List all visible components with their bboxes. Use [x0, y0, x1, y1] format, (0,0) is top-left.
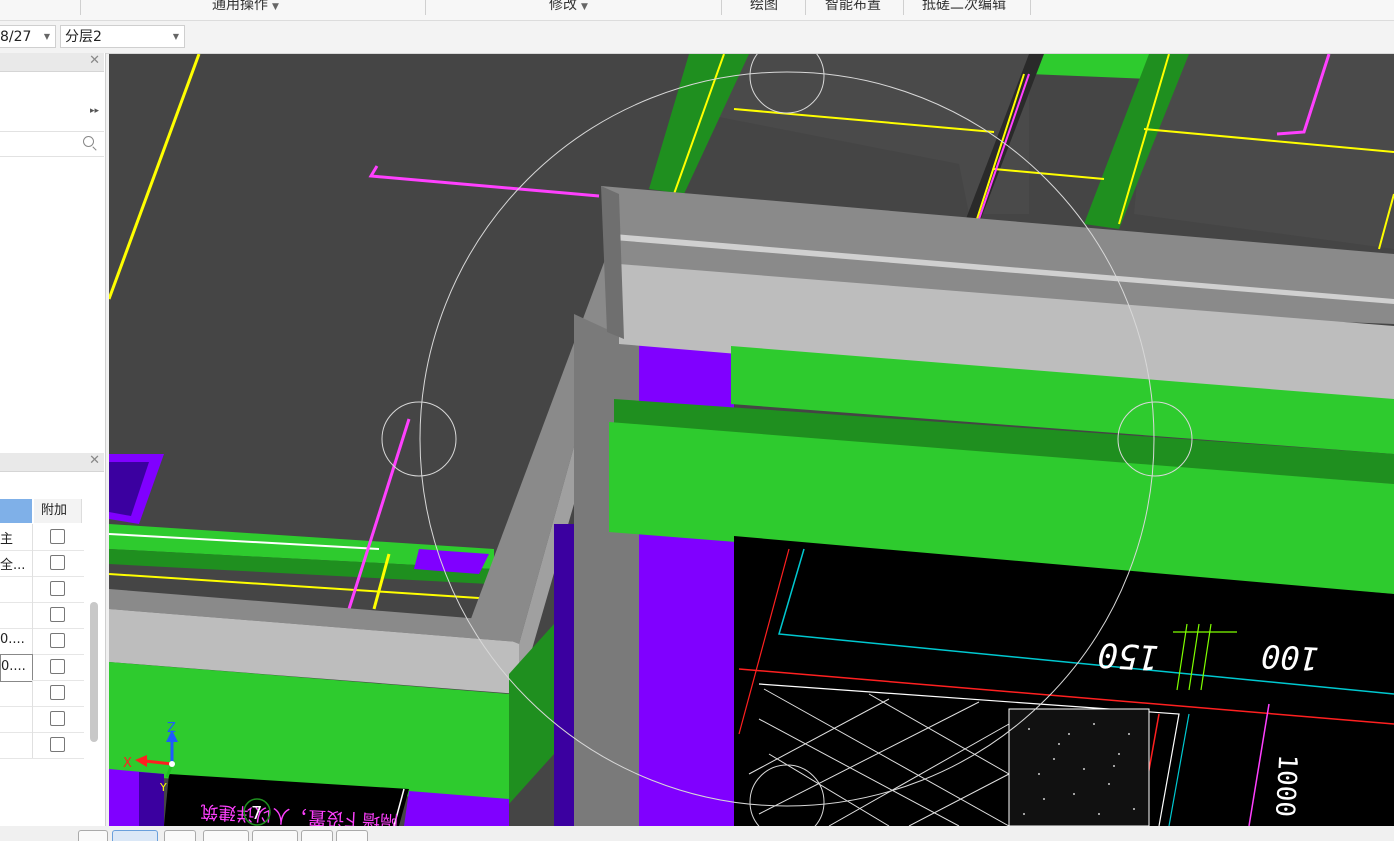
row-value: 0.... [0, 632, 25, 647]
left-panel: ✕ ▸▸ ✕ 附加 主 全... 0.... 0.... [0, 53, 106, 836]
ribbon-separator [425, 0, 426, 15]
dimension-text-150: 150 [1097, 634, 1160, 677]
cad-mark-text: 7 [251, 803, 262, 824]
extra-checkbox[interactable] [50, 659, 65, 674]
ribbon-group-modify[interactable]: 修改 ▼ [549, 0, 588, 14]
cell-divider [32, 628, 33, 654]
extra-checkbox[interactable] [50, 737, 65, 752]
column-header-extra[interactable]: 附加 [34, 499, 82, 523]
ribbon-group-label: 通用操作 [212, 0, 268, 13]
table-row[interactable] [0, 732, 84, 759]
extra-checkbox[interactable] [50, 633, 65, 648]
chevron-down-icon: ▼ [581, 2, 588, 12]
cell-divider [32, 732, 33, 758]
cell-divider [32, 706, 33, 732]
table-scrollbar[interactable] [90, 602, 98, 742]
panel-toolbar: ▸▸ [0, 97, 104, 132]
cell-divider [32, 524, 33, 550]
extra-checkbox[interactable] [50, 581, 65, 596]
layer-select[interactable]: 分层2 ▼ [60, 25, 185, 48]
table-row[interactable]: 全... [0, 550, 84, 577]
search-icon[interactable] [83, 136, 94, 147]
table-row-cell[interactable] [33, 654, 84, 681]
close-icon[interactable]: ✕ [89, 53, 100, 68]
column-gray [574, 314, 639, 826]
table-row[interactable] [0, 602, 84, 629]
axis-label-y: Y [159, 781, 167, 794]
bottom-toolbar [0, 826, 1394, 841]
ribbon-separator [721, 0, 722, 15]
table-row[interactable] [0, 680, 84, 707]
extra-checkbox[interactable] [50, 607, 65, 622]
ribbon: 通用操作 ▼ 修改 ▼ 绘图 智能布置 抵磋二次编辑 [0, 0, 1394, 21]
ribbon-separator [1030, 0, 1031, 15]
floor-select[interactable]: 8/27 ▼ [0, 25, 56, 48]
cell-divider [32, 680, 33, 706]
selector-bar: 8/27 ▼ 分层2 ▼ [0, 21, 1394, 54]
layer-select-value: 分层2 [65, 29, 102, 45]
dimension-text-100: 100 [1260, 637, 1320, 678]
table-row[interactable] [0, 576, 84, 603]
ribbon-group-label: 绘图 [750, 0, 778, 13]
column-purple-shadow [554, 524, 574, 826]
ribbon-group-secondary-edit[interactable]: 抵磋二次编辑 [922, 0, 1006, 14]
3d-scene[interactable]: 150 100 1000 隔墙下设置，人以详建筑 7 Z X Y [109, 54, 1394, 826]
extra-checkbox[interactable] [50, 711, 65, 726]
ribbon-group-label: 修改 [549, 0, 577, 13]
axis-label-x: X [123, 756, 132, 771]
ribbon-group-label: 智能布置 [825, 0, 881, 13]
extra-checkbox[interactable] [50, 555, 65, 570]
table-row[interactable] [0, 706, 84, 733]
ribbon-separator [903, 0, 904, 15]
chevron-down-icon: ▼ [172, 32, 179, 41]
panel-header-properties: ✕ [0, 453, 104, 472]
ribbon-group-draw[interactable]: 绘图 [750, 0, 778, 14]
dimension-text-1000: 1000 [1269, 754, 1302, 818]
ribbon-separator [805, 0, 806, 15]
row-value: 0.... [1, 659, 26, 674]
panel-search-row[interactable] [0, 132, 104, 157]
axis-label-z: Z [167, 721, 176, 736]
cell-divider [32, 602, 33, 628]
table-row[interactable]: 0.... [0, 628, 84, 655]
cell-divider [32, 550, 33, 576]
row-value: 全... [0, 558, 26, 573]
chevron-down-icon: ▼ [272, 2, 279, 12]
extra-checkbox[interactable] [50, 685, 65, 700]
ribbon-group-general-operations[interactable]: 通用操作 ▼ [212, 0, 279, 14]
row-value: 主 [0, 532, 14, 547]
cad-dotted-region [1008, 708, 1150, 826]
ribbon-separator [80, 0, 81, 15]
floor-select-value: 8/27 [0, 29, 32, 45]
ribbon-group-smart-layout[interactable]: 智能布置 [825, 0, 881, 14]
expand-more-icon[interactable]: ▸▸ [90, 106, 99, 116]
extra-checkbox[interactable] [50, 529, 65, 544]
close-icon[interactable]: ✕ [89, 453, 100, 468]
column-header-selected[interactable] [0, 499, 32, 523]
table-row[interactable]: 主 [0, 524, 84, 551]
panel-header-top: ✕ [0, 53, 104, 72]
3d-viewport[interactable]: 150 100 1000 隔墙下设置，人以详建筑 7 Z X Y [109, 54, 1394, 826]
table-row-active[interactable]: 0.... [0, 654, 33, 682]
cell-divider [32, 576, 33, 602]
chevron-down-icon: ▼ [43, 32, 50, 41]
ribbon-group-label: 抵磋二次编辑 [922, 0, 1006, 13]
